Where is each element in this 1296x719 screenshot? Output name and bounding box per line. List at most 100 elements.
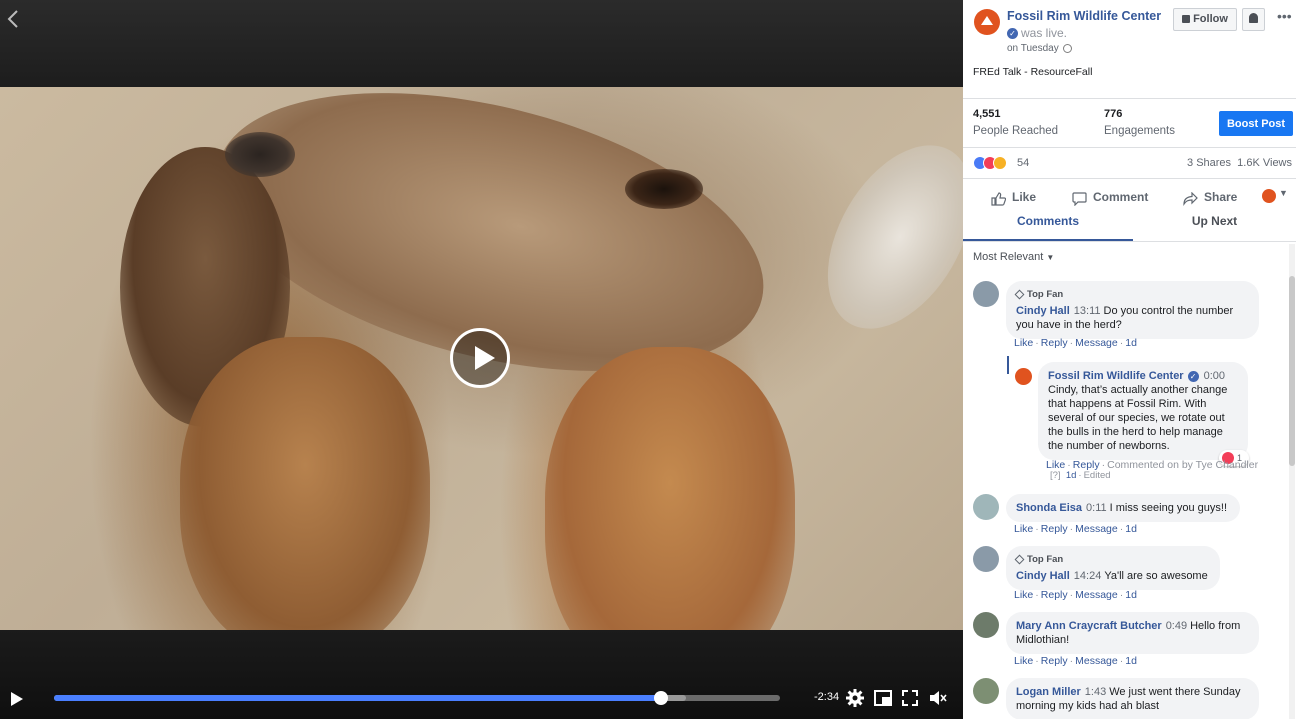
avatar[interactable] <box>973 281 999 307</box>
reply-thread-line <box>1007 356 1009 374</box>
comment-reply-link[interactable]: Reply <box>1041 589 1068 601</box>
comment-age[interactable]: 1d <box>1125 523 1137 535</box>
gear-icon[interactable] <box>845 688 865 708</box>
tab-comments[interactable]: Comments <box>963 213 1133 241</box>
comment-reply-link[interactable]: Reply <box>1041 337 1068 349</box>
like-icon <box>991 191 1007 206</box>
comment-reply-link[interactable]: Reply <box>1041 523 1068 535</box>
avatar[interactable] <box>973 546 999 572</box>
comment-age[interactable]: 1d <box>1125 589 1137 601</box>
comment-actions: Like · Reply · Message · 1d <box>1014 523 1137 535</box>
picture-in-picture-icon[interactable] <box>873 688 893 708</box>
shares-count[interactable]: 3 Shares <box>1187 157 1231 169</box>
comment-bubble: Fossil Rim Wildlife Center ✓ 0:00 Cindy, th… <box>1038 362 1248 460</box>
avatar[interactable] <box>973 494 999 520</box>
fullscreen-icon[interactable] <box>900 688 920 708</box>
comment-timestamp[interactable]: 14:24 <box>1074 570 1102 582</box>
comment-author[interactable]: Mary Ann Craycraft Butcher <box>1016 620 1162 632</box>
scrollbar-thumb[interactable] <box>1289 276 1295 466</box>
back-arrow-icon[interactable] <box>6 8 26 30</box>
more-icon[interactable]: ••• <box>1277 8 1292 24</box>
post-timestamp[interactable]: on Tuesday <box>1007 43 1072 54</box>
progress-knob[interactable] <box>653 691 668 705</box>
avatar[interactable] <box>973 678 999 704</box>
like-button[interactable]: Like <box>991 186 1036 208</box>
help-link[interactable]: [?] <box>1050 470 1061 481</box>
top-fan-badge: Top Fan <box>1014 553 1210 567</box>
comment-author[interactable]: Cindy Hall <box>1016 305 1070 317</box>
posted-text: on Tuesday <box>1007 43 1059 54</box>
video-controls: -2:34 <box>0 630 963 719</box>
bell-icon[interactable] <box>1242 8 1265 31</box>
post-text: FREd Talk - ResourceFall <box>973 66 1093 78</box>
comment-text: Ya'll are so awesome <box>1104 570 1208 582</box>
comment-bubble: Logan Miller 1:43 We just went there Sunda… <box>1006 678 1259 719</box>
sort-dropdown[interactable]: Most Relevant ▼ <box>973 251 1054 263</box>
deer-ear-image <box>798 120 963 354</box>
comment-age[interactable]: 1d <box>1125 337 1137 349</box>
page-avatar[interactable] <box>974 9 1000 35</box>
video-top-bar <box>0 0 963 87</box>
comment-timestamp[interactable]: 13:11 <box>1074 305 1101 317</box>
comment-button[interactable]: Comment <box>1072 186 1148 208</box>
share-button[interactable]: Share <box>1183 186 1237 208</box>
volume-icon[interactable] <box>928 688 948 708</box>
verified-icon: ✓ <box>1187 370 1199 382</box>
comment-like-link[interactable]: Like <box>1014 655 1033 667</box>
edited-label[interactable]: Edited <box>1084 470 1111 481</box>
deer-nose-image <box>225 132 295 177</box>
share-label: Share <box>1204 190 1238 204</box>
comment-text: I miss seeing you guys!! <box>1109 502 1228 514</box>
comment-like-link[interactable]: Like <box>1014 337 1033 349</box>
progress-bar[interactable] <box>54 691 780 705</box>
post-as-avatar[interactable] <box>1262 189 1276 203</box>
comment-timestamp[interactable]: 0:11 <box>1086 502 1107 514</box>
video-player[interactable]: -2:34 <box>0 0 963 719</box>
comment-like-link[interactable]: Like <box>1014 589 1033 601</box>
deer-eye-image <box>625 169 703 209</box>
comment-timestamp[interactable]: 0:00 <box>1204 370 1225 382</box>
video-frame[interactable] <box>0 87 963 630</box>
comment-message-link[interactable]: Message <box>1075 523 1118 535</box>
comment-actions: Like · Reply · Message · 1d <box>1014 337 1137 349</box>
boost-post-button[interactable]: Boost Post <box>1219 111 1293 136</box>
top-fan-icon <box>1014 289 1025 300</box>
divider <box>963 241 1296 242</box>
avatar[interactable] <box>1015 368 1032 385</box>
scrollbar[interactable] <box>1289 244 1295 719</box>
avatar[interactable] <box>973 612 999 638</box>
views-count: 1.6K Views <box>1237 157 1292 169</box>
comment-like-link[interactable]: Like <box>1014 523 1033 535</box>
like-label: Like <box>1012 190 1037 204</box>
divider <box>963 98 1296 99</box>
comment-author[interactable]: Cindy Hall <box>1016 570 1070 582</box>
comment-message-link[interactable]: Message <box>1075 655 1118 667</box>
play-icon[interactable] <box>10 691 24 707</box>
follow-button[interactable]: Follow <box>1173 8 1237 31</box>
comment-age[interactable]: 1d <box>1066 470 1077 481</box>
comment-author[interactable]: Fossil Rim Wildlife Center <box>1048 370 1184 382</box>
chevron-down-icon[interactable]: ▼ <box>1279 188 1288 198</box>
comment-meta: [?] 1d · Edited <box>1050 470 1111 481</box>
comment-timestamp[interactable]: 1:43 <box>1085 686 1106 698</box>
comment-timestamp[interactable]: 0:49 <box>1166 620 1187 632</box>
comment-message-link[interactable]: Message <box>1075 589 1118 601</box>
comment-age[interactable]: 1d <box>1125 655 1137 667</box>
reaction-count[interactable]: 54 <box>1017 157 1029 169</box>
play-icon[interactable] <box>450 328 510 388</box>
shares-views: 3 Shares 1.6K Views <box>1187 157 1292 169</box>
comment-author[interactable]: Shonda Eisa <box>1016 502 1082 514</box>
follow-icon <box>1182 15 1191 24</box>
page-name[interactable]: Fossil Rim Wildlife Center <box>1007 9 1161 23</box>
live-status: ✓ was live. <box>1007 26 1067 40</box>
comment-author[interactable]: Logan Miller <box>1016 686 1081 698</box>
top-fan-label: Top Fan <box>1027 289 1064 300</box>
commented-on-by: Commented on by Tye Chandler <box>1107 459 1259 471</box>
comment-reply-link[interactable]: Reply <box>1041 655 1068 667</box>
deer-neck-image <box>180 337 430 630</box>
post-side-panel: Fossil Rim Wildlife Center ✓ was live. on… <box>963 0 1296 719</box>
comment-message-link[interactable]: Message <box>1075 337 1118 349</box>
chevron-down-icon: ▼ <box>1046 253 1055 262</box>
tab-up-next[interactable]: Up Next <box>1133 213 1296 241</box>
was-live-text: was live. <box>1021 26 1068 40</box>
